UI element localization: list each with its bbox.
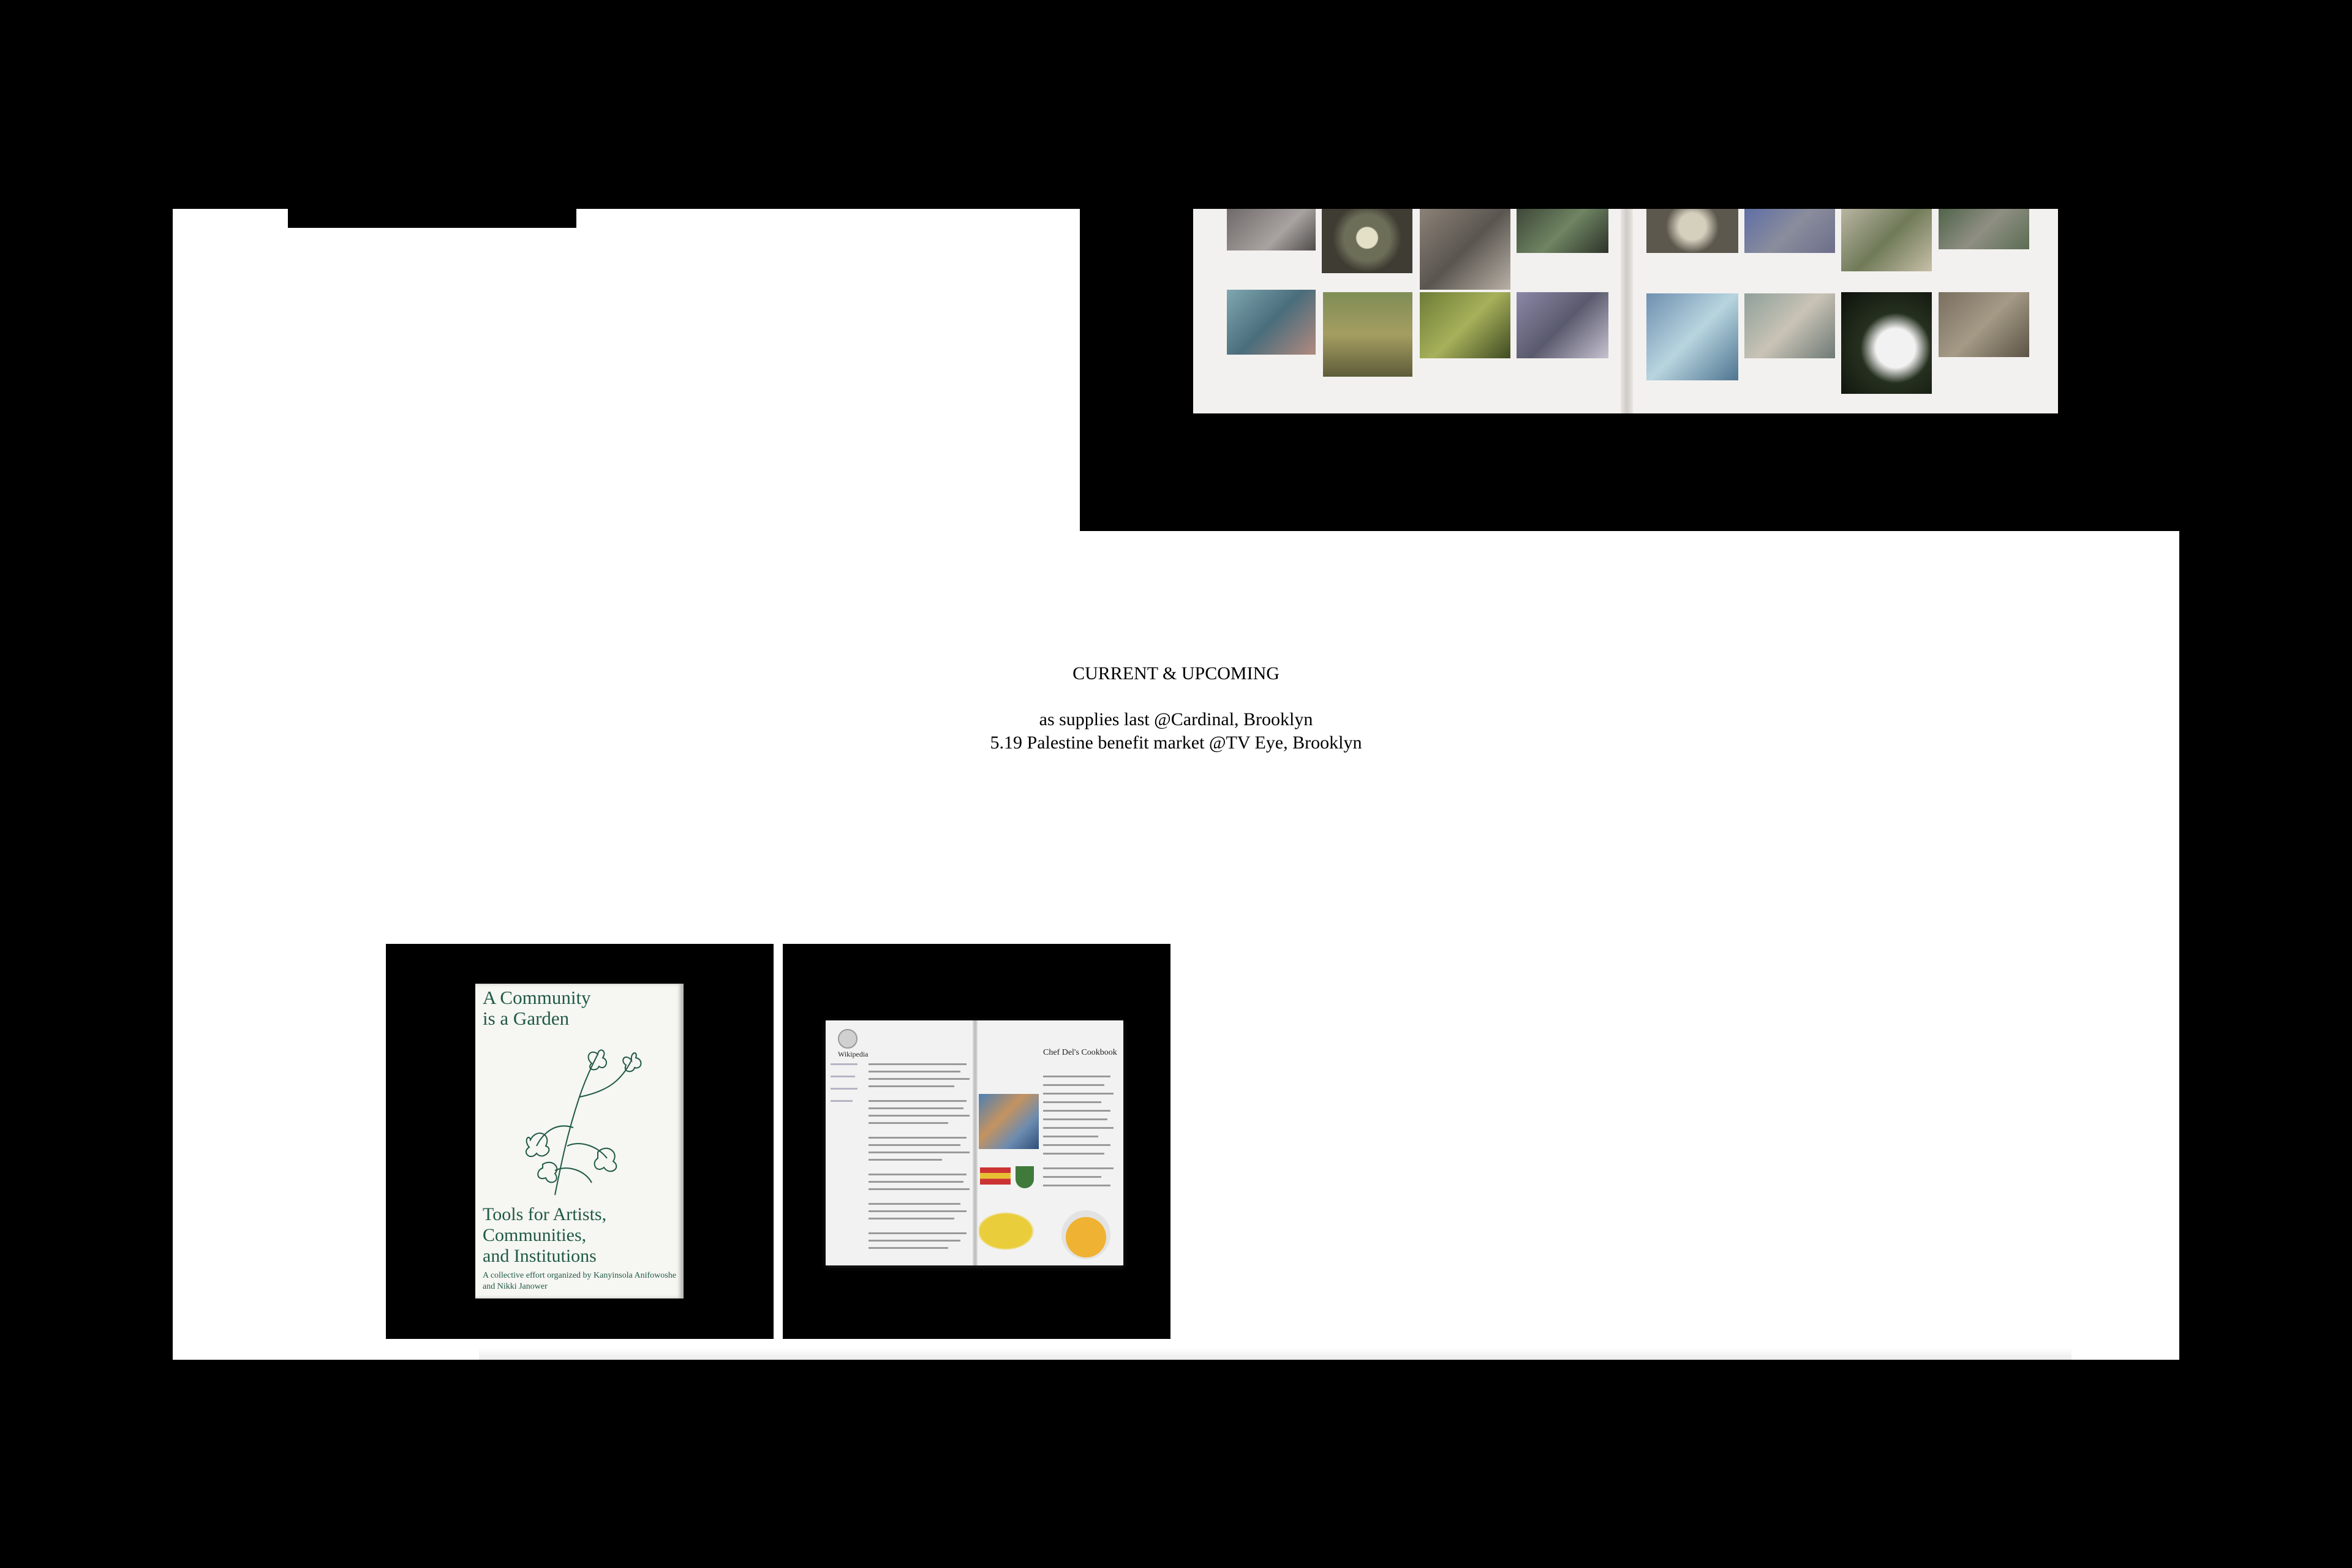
mineral-photo [1227,209,1316,251]
book-subtitle: Tools for Artists, Communities, and Inst… [483,1204,606,1267]
mineral-photo [1939,209,2029,249]
mineral-photo [1744,293,1835,358]
book-subtitle-line: Communities, [483,1225,587,1245]
events-heading: CURRENT & UPCOMING [1072,663,1280,684]
text-line [1043,1167,1114,1169]
text-line [831,1088,858,1090]
mineral-photo [1517,209,1608,253]
text-line [1043,1127,1114,1129]
text-line [1043,1093,1114,1095]
product-thumbnail-community-garden[interactable]: A Community is a Garden Tools for Artist… [386,944,774,1339]
text-line [1043,1153,1104,1155]
text-line [869,1144,960,1146]
text-line [831,1100,853,1102]
spread-fold [1621,209,1633,413]
mineral-spread [1193,209,2058,413]
text-line [869,1210,967,1212]
book-credit: A collective effort organized by Kanyins… [483,1271,676,1291]
zine-gutter [973,1020,978,1265]
event-item[interactable]: 5.19 Palestine benefit market @TV Eye, B… [173,731,2179,755]
text-line [869,1247,948,1249]
chef-illustration [1061,1210,1110,1259]
zine-right-heading: Chef Del's Cookbook [1043,1048,1117,1057]
mineral-photo [1420,209,1510,290]
text-line [869,1232,967,1234]
text-line [869,1063,967,1065]
text-line [1043,1076,1110,1077]
mineral-photo [1841,292,1932,394]
text-line [869,1218,954,1219]
book-title: A Community is a Garden [483,987,591,1029]
text-line [869,1071,960,1072]
text-line [1043,1176,1101,1178]
text-line [831,1076,855,1077]
text-line [1043,1118,1107,1120]
map-graphic [979,1204,1046,1253]
mineral-photo [1646,209,1738,253]
text-line [1043,1101,1101,1103]
text-line [869,1085,954,1087]
text-line [869,1174,967,1175]
mineral-photo [1646,293,1738,380]
text-line [869,1078,970,1080]
flower-illustration [525,1049,642,1196]
mineral-photo [1517,292,1608,358]
mineral-photo [1841,209,1932,271]
text-line [831,1063,858,1065]
hero-image [1080,209,2179,531]
mineral-photo [1744,209,1835,253]
open-zine-spread: Wikipedia Chef Del's Cookbook [826,1020,1123,1265]
text-line [1043,1185,1110,1186]
text-line [869,1188,970,1190]
text-line [869,1181,963,1183]
emblem-graphic [1016,1166,1034,1188]
mineral-photo [1227,290,1316,355]
text-line [869,1240,960,1242]
text-line [869,1159,942,1161]
wiki-logo-icon [838,1029,858,1049]
events-section: CURRENT & UPCOMING as supplies last @Car… [173,662,2179,755]
page-bottom-shadow [479,1348,2071,1360]
logo-bar[interactable] [288,209,576,228]
text-line [869,1203,960,1205]
mineral-photo [1939,292,2029,357]
book-cover: A Community is a Garden Tools for Artist… [475,984,684,1298]
mineral-photo [1323,292,1412,377]
text-line [869,1115,970,1117]
book-title-line: A Community [483,987,591,1008]
text-line [1043,1084,1104,1086]
city-photo [979,1094,1039,1149]
book-title-line: is a Garden [483,1008,570,1029]
zine-left-heading: Wikipedia [838,1050,869,1058]
text-line [869,1137,967,1139]
text-line [1043,1136,1098,1137]
event-item[interactable]: as supplies last @Cardinal, Brooklyn [173,708,2179,731]
text-line [869,1122,948,1124]
book-subtitle-line: and Institutions [483,1246,597,1266]
page-canvas: CURRENT & UPCOMING as supplies last @Car… [173,209,2179,1360]
mineral-photo [1322,209,1412,273]
flag-graphic [980,1167,1011,1185]
product-thumbnail-wikipedia-zine[interactable]: Wikipedia Chef Del's Cookbook [783,944,1170,1339]
book-subtitle-line: Tools for Artists, [483,1204,607,1224]
mineral-photo [1420,292,1510,358]
text-line [1043,1144,1110,1146]
text-line [869,1100,967,1102]
text-line [1043,1110,1110,1112]
text-line [869,1152,970,1153]
text-line [869,1107,963,1109]
